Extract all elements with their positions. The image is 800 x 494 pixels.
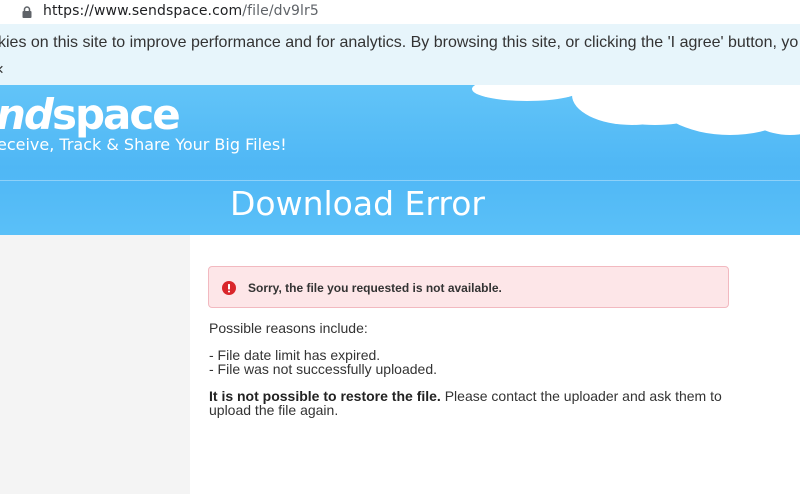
page-title: Download Error — [230, 184, 485, 223]
cookie-banner: kies on this site to improve performance… — [0, 24, 800, 85]
cookie-banner-text: kies on this site to improve performance… — [0, 34, 799, 51]
reason-item: - File date limit has expired. — [209, 347, 381, 363]
cloud-decoration — [600, 90, 710, 125]
site-header: ndspace eceive, Track & Share Your Big F… — [0, 85, 800, 235]
restore-notice-line2: upload the file again. — [209, 402, 339, 418]
close-icon[interactable]: × — [0, 60, 4, 80]
reasons-heading: Possible reasons include: — [209, 320, 368, 336]
cloud-decoration — [472, 85, 582, 101]
restore-notice-text: Please contact the uploader and ask them… — [440, 388, 722, 404]
sendspace-logo[interactable]: ndspace — [0, 90, 181, 139]
exclamation-circle-icon — [222, 281, 236, 295]
error-message: Sorry, the file you requested is not ava… — [248, 281, 502, 295]
url-text[interactable]: https://www.sendspace.com/file/dv9lr5 — [43, 3, 319, 19]
header-divider — [0, 180, 800, 181]
main-content: Sorry, the file you requested is not ava… — [190, 235, 800, 494]
url-host: https://www.sendspace.com — [43, 3, 243, 19]
url-path: /file/dv9lr5 — [242, 3, 319, 19]
browser-address-bar[interactable]: https://www.sendspace.com/file/dv9lr5 — [0, 0, 800, 24]
left-sidebar — [0, 235, 190, 494]
restore-notice: It is not possible to restore the file. … — [209, 389, 722, 403]
lock-icon — [22, 6, 32, 18]
reason-item: - File was not successfully uploaded. — [209, 361, 437, 377]
site-tagline: eceive, Track & Share Your Big Files! — [0, 135, 287, 154]
error-alert: Sorry, the file you requested is not ava… — [208, 266, 729, 308]
